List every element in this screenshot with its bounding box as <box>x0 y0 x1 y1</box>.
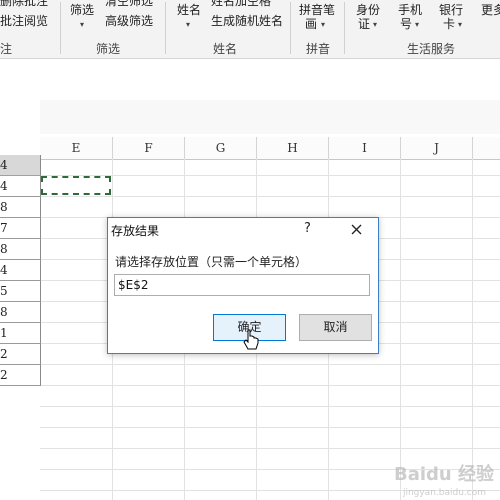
id-card-line2: 证 <box>358 17 371 31</box>
annotation-group-label: 注 <box>0 42 13 56</box>
grid-line <box>40 406 500 407</box>
phone-number-button[interactable]: 手机 <box>398 3 422 17</box>
filter-button[interactable]: 筛选 <box>70 3 94 17</box>
bank-card-line2: 卡 <box>443 17 456 31</box>
grid-line <box>40 427 500 428</box>
pinyin-strokes-button[interactable]: 拼音笔 <box>299 3 335 17</box>
cell-d5[interactable]: 7 <box>0 218 41 239</box>
column-d-header-cell: 4 <box>0 155 41 176</box>
cell-d6[interactable]: 8 <box>0 239 41 260</box>
delete-comment-button[interactable]: 删除批注 <box>0 0 48 8</box>
baidu-watermark: Baidu 经验 <box>393 464 494 485</box>
bank-card-button[interactable]: 银行 <box>439 3 463 17</box>
column-header-e[interactable]: E <box>40 137 113 160</box>
cell-d12[interactable]: 2 <box>0 365 41 386</box>
clear-filter-button[interactable]: 清空筛选 <box>105 0 153 8</box>
grid-line <box>40 196 500 197</box>
column-header-j[interactable]: J <box>401 137 473 160</box>
pinyin-strokes-line2: 画 <box>305 17 318 31</box>
ribbon-separator <box>344 2 345 54</box>
pinyin-group-label: 拼音 <box>306 42 331 56</box>
name-button[interactable]: 姓名 <box>177 3 201 17</box>
mouse-pointer-icon <box>243 329 259 350</box>
dialog-title: 存放结果 <box>111 224 160 238</box>
cell-d8[interactable]: 5 <box>0 281 41 302</box>
location-input[interactable] <box>114 274 370 296</box>
column-header-f[interactable]: F <box>113 137 185 160</box>
chevron-down-icon: ▾ <box>458 20 463 29</box>
grid-line <box>40 385 500 386</box>
chevron-down-icon: ▾ <box>186 20 191 29</box>
column-header-i[interactable]: I <box>329 137 401 160</box>
chevron-down-icon: ▾ <box>321 20 326 29</box>
ribbon-separator <box>290 2 291 54</box>
chevron-down-icon: ▾ <box>373 20 378 29</box>
column-header-g[interactable]: G <box>185 137 257 160</box>
ribbon: 删除批注 批注阅览 注 筛选 ▾ 清空筛选 高级筛选 筛选 姓名 ▾ 姓名加空格… <box>0 0 500 59</box>
name-add-space-button[interactable]: 姓名加空格 <box>211 0 271 8</box>
cell-d-header-value: 4 <box>0 158 8 172</box>
cell-d11[interactable]: 2 <box>0 344 41 365</box>
formula-area <box>40 100 500 134</box>
selected-cell-marquee[interactable] <box>41 176 111 195</box>
life-services-group-label: 生活服务 <box>407 42 456 56</box>
cell-d3[interactable]: 4 <box>0 176 41 197</box>
name-group-label: 姓名 <box>213 42 238 56</box>
id-card-button[interactable]: 身份 <box>356 3 380 17</box>
cancel-button[interactable]: 取消 <box>299 314 372 341</box>
baidu-watermark-url: jingyan.baidu.com <box>402 488 486 498</box>
generate-random-name-button[interactable]: 生成随机姓名 <box>211 14 283 28</box>
dialog-prompt: 请选择存放位置（只需一个单元格） <box>115 255 308 269</box>
help-icon[interactable]: ? <box>304 221 311 236</box>
advanced-filter-button[interactable]: 高级筛选 <box>105 14 153 28</box>
grid-line <box>40 364 500 365</box>
review-comments-button[interactable]: 批注阅览 <box>0 14 48 28</box>
cell-d9[interactable]: 8 <box>0 302 41 323</box>
column-header-k[interactable] <box>473 137 500 160</box>
column-header-h[interactable]: H <box>257 137 329 160</box>
cell-d4[interactable]: 8 <box>0 197 41 218</box>
cell-d10[interactable]: 1 <box>0 323 41 344</box>
chevron-down-icon: ▾ <box>80 20 85 29</box>
more-button[interactable]: 更多 <box>481 3 500 17</box>
filter-group-label: 筛选 <box>96 42 121 56</box>
phone-number-line2: 号 <box>400 17 413 31</box>
cell-d7[interactable]: 4 <box>0 260 41 281</box>
close-icon[interactable] <box>346 219 366 239</box>
ribbon-separator <box>165 2 166 54</box>
grid-line <box>40 448 500 449</box>
ribbon-separator <box>60 2 61 54</box>
chevron-down-icon: ▾ <box>415 20 420 29</box>
